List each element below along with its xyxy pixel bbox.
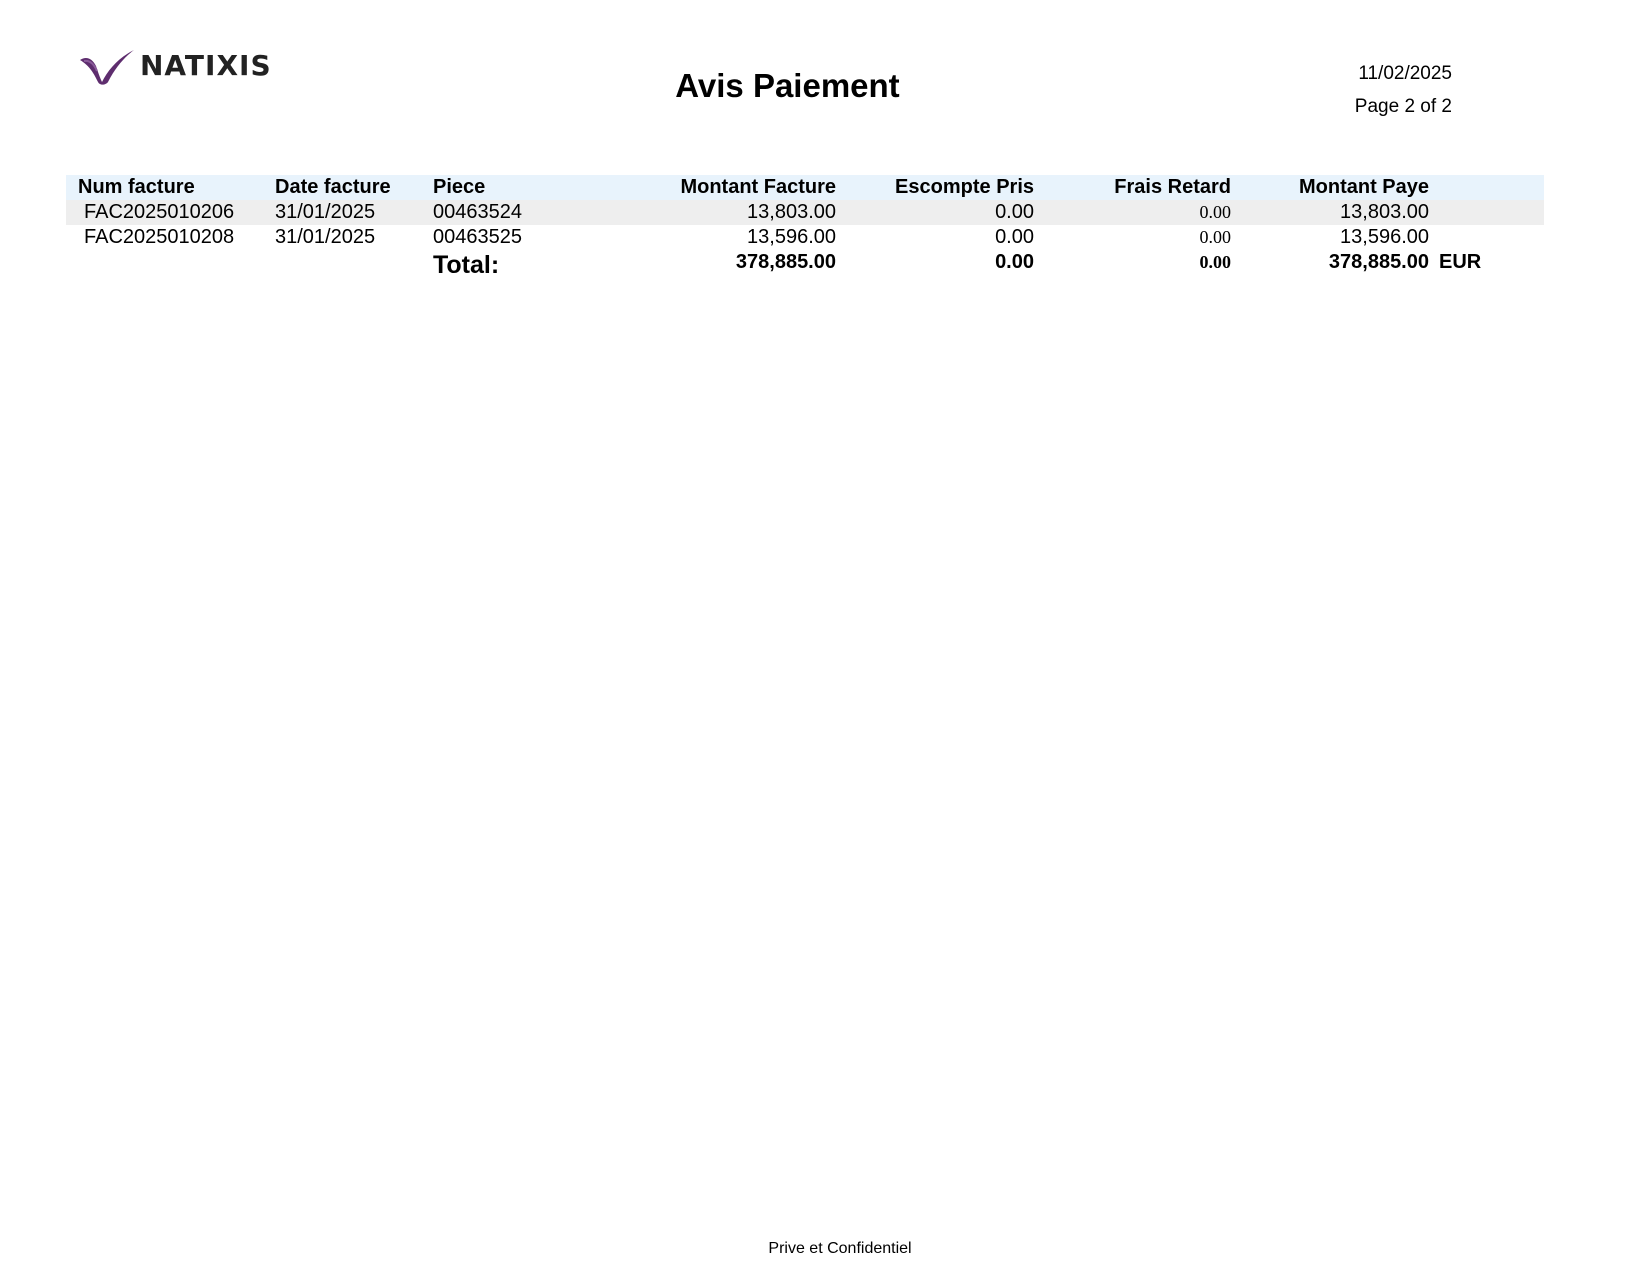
- cell-piece: 00463525: [433, 226, 522, 248]
- page-title: Avis Paiement: [675, 67, 900, 104]
- footer-confidential: Prive et Confidentiel: [768, 1240, 912, 1257]
- col-header-piece: Piece: [433, 176, 486, 198]
- cell-date-facture: 31/01/2025: [275, 226, 376, 248]
- table-total-row: Total: 378,885.00 0.00 0.00 378,885.00 E…: [66, 250, 1544, 279]
- col-header-num-facture: Num facture: [78, 176, 195, 198]
- cell-frais-retard: 0.00: [1199, 202, 1232, 222]
- cell-montant-facture: 13,596.00: [747, 226, 836, 248]
- page-number: Page 2 of 2: [1354, 96, 1452, 117]
- payment-table: Num facture Date facture Piece Montant F…: [66, 175, 1544, 279]
- total-montant-facture: 378,885.00: [735, 251, 836, 273]
- cell-montant-facture: 13,803.00: [747, 201, 836, 223]
- total-montant-paye: 378,885.00: [1328, 251, 1429, 273]
- table-row: FAC2025010206 31/01/2025 00463524 13,803…: [66, 200, 1544, 225]
- cell-date-facture: 31/01/2025: [275, 201, 376, 223]
- cell-montant-paye: 13,596.00: [1340, 226, 1429, 248]
- total-escompte-pris: 0.00: [995, 251, 1034, 273]
- total-frais-retard: 0.00: [1199, 252, 1232, 272]
- total-currency: EUR: [1439, 251, 1482, 273]
- table-row: FAC2025010208 31/01/2025 00463525 13,596…: [66, 225, 1544, 250]
- col-header-montant-paye: Montant Paye: [1298, 176, 1429, 198]
- header-meta: 11/02/2025 Page 2 of 2: [1355, 57, 1452, 123]
- cell-num-facture: FAC2025010206: [84, 201, 235, 223]
- col-header-montant-facture: Montant Facture: [680, 176, 836, 198]
- cell-num-facture: FAC2025010208: [84, 226, 235, 248]
- total-label: Total:: [433, 251, 500, 279]
- document-date: 11/02/2025: [1358, 63, 1452, 84]
- col-header-frais-retard: Frais Retard: [1114, 176, 1231, 198]
- cell-montant-paye: 13,803.00: [1340, 201, 1429, 223]
- cell-escompte-pris: 0.00: [995, 201, 1034, 223]
- col-header-date-facture: Date facture: [275, 176, 391, 198]
- col-header-escompte-pris: Escompte Pris: [895, 176, 1034, 198]
- cell-escompte-pris: 0.00: [995, 226, 1034, 248]
- cell-frais-retard: 0.00: [1199, 227, 1232, 247]
- table-header-row: Num facture Date facture Piece Montant F…: [66, 175, 1544, 200]
- cell-piece: 00463524: [433, 201, 522, 223]
